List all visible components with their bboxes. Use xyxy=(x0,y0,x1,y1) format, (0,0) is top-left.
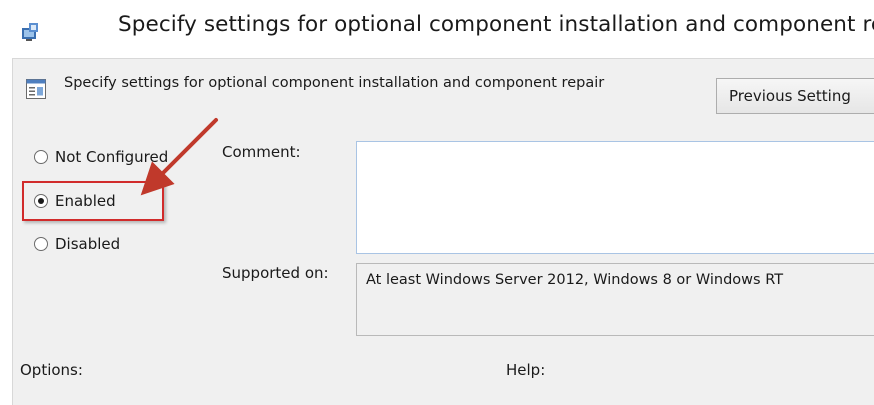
help-label: Help: xyxy=(506,361,546,379)
comment-label: Comment: xyxy=(222,143,301,161)
supported-on-value: At least Windows Server 2012, Windows 8 … xyxy=(356,263,874,336)
radio-disabled[interactable]: Disabled xyxy=(34,235,120,253)
enabled-highlight-box xyxy=(22,181,164,221)
supported-on-label: Supported on: xyxy=(222,264,329,282)
previous-setting-button[interactable]: Previous Setting xyxy=(716,78,874,114)
radio-label: Disabled xyxy=(55,235,121,253)
radio-button-icon[interactable] xyxy=(34,237,48,251)
radio-label: Not Configured xyxy=(55,148,169,166)
comment-input[interactable] xyxy=(356,141,874,254)
group-policy-icon xyxy=(22,23,38,41)
title-bar: Specify settings for optional component … xyxy=(0,0,874,58)
policy-setting-icon xyxy=(26,79,46,99)
options-label: Options: xyxy=(20,361,83,379)
window-title: Specify settings for optional component … xyxy=(118,12,874,37)
radio-button-icon[interactable] xyxy=(34,150,48,164)
radio-not-configured[interactable]: Not Configured xyxy=(34,148,168,166)
policy-settings-window: Specify settings for optional component … xyxy=(0,0,874,405)
policy-name: Specify settings for optional component … xyxy=(64,75,605,91)
